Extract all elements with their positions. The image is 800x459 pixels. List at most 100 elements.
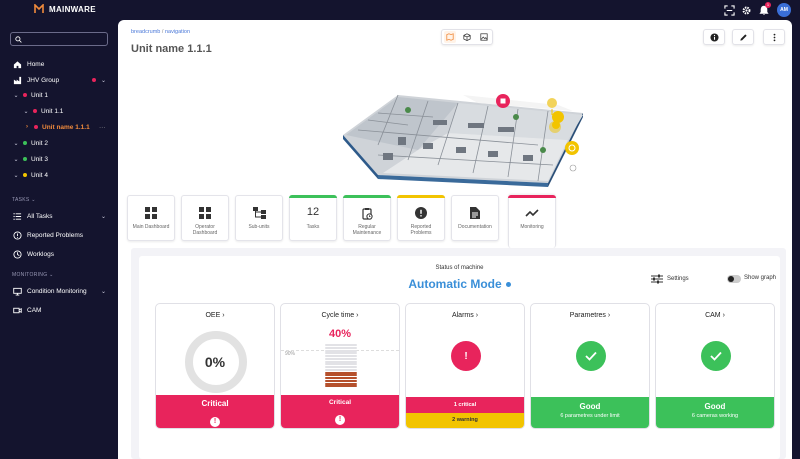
tile-tasks[interactable]: 12 Tasks	[289, 195, 337, 241]
tile-label: Documentation	[458, 224, 492, 230]
cycle-bar-segment	[325, 366, 357, 368]
card-parametres[interactable]: Parametres › Good 6 parametres under lim…	[530, 303, 650, 429]
show-graph-toggle[interactable]	[727, 275, 741, 283]
tree-item-unit-2[interactable]: ⌄ Unit 2	[0, 136, 118, 150]
tile-label: Operator Dashboard	[192, 224, 218, 236]
card-title: Parametres ›	[569, 312, 611, 319]
factory-icon	[12, 75, 22, 85]
tile-status-bar	[508, 195, 556, 198]
search-input[interactable]	[25, 36, 105, 42]
sidebar-item-label: JHV Group	[27, 76, 60, 84]
tile-operator-dashboard[interactable]: Operator Dashboard	[181, 195, 229, 241]
tile-sub-units[interactable]: Sub-units	[235, 195, 283, 241]
toggle-knob	[728, 276, 734, 282]
search-box[interactable]	[10, 32, 108, 46]
breadcrumb-link[interactable]: navigation	[165, 29, 190, 35]
status-dot	[23, 93, 27, 97]
card-alarms[interactable]: Alarms › ! 1 critical 2 warning	[405, 303, 525, 429]
tree-item-unit-3[interactable]: ⌄ Unit 3	[0, 152, 118, 166]
status-dot	[505, 282, 511, 288]
sidebar-item-home[interactable]: Home	[0, 57, 118, 71]
footer-detail: 6 parametres under limit	[560, 413, 620, 419]
edit-button[interactable]	[732, 29, 754, 45]
cycle-bar-segment	[325, 360, 357, 363]
chevron-down-icon[interactable]: ⌄	[23, 108, 29, 115]
trend-icon	[525, 206, 539, 220]
settings-label: Settings	[667, 276, 689, 282]
cube-view-icon[interactable]	[461, 31, 473, 43]
top-bar: MAINWARE 1 AM	[0, 0, 800, 20]
tree-item-label: Unit 1.1	[41, 107, 64, 115]
tile-documentation[interactable]: Documentation	[451, 195, 499, 241]
image-view-icon[interactable]	[478, 31, 490, 43]
card-title: CAM ›	[705, 312, 725, 319]
tile-label: Monitoring	[520, 224, 544, 230]
sidebar: Home JHV Group ⌄ ⌄ Unit 1 ⌄ Unit 1.1 › U…	[0, 20, 118, 459]
sidebar-item-condition-monitoring[interactable]: Condition Monitoring ⌄	[0, 284, 118, 298]
card-title: Cycle time ›	[321, 312, 359, 319]
floorplan-3d-view[interactable]	[338, 65, 583, 190]
sidebar-item-label: Worklogs	[27, 250, 54, 258]
status-dot	[33, 109, 37, 113]
chevron-right-icon[interactable]: ›	[24, 124, 30, 130]
map-view-icon[interactable]	[444, 31, 457, 43]
card-cycle-time[interactable]: Cycle time › 40% 90% Critical !	[280, 303, 400, 429]
sidebar-item-cam[interactable]: CAM	[0, 303, 118, 317]
status-dot	[34, 125, 38, 129]
sidebar-item-all-tasks[interactable]: All Tasks ⌄	[0, 209, 118, 223]
sidebar-item-jhv-group[interactable]: JHV Group ⌄	[0, 73, 118, 87]
more-icon[interactable]: ···	[99, 124, 106, 131]
tree-item-unit-4[interactable]: ⌄ Unit 4	[0, 168, 118, 182]
card-footer-good: Good 6 cameras working	[656, 397, 774, 428]
settings-button[interactable]: Settings	[651, 274, 689, 284]
gear-icon[interactable]	[740, 4, 752, 16]
tile-monitoring[interactable]: Monitoring	[508, 195, 556, 248]
tile-reported-problems[interactable]: Reported Problems	[397, 195, 445, 241]
card-footer-good: Good 6 parametres under limit	[531, 397, 649, 428]
cycle-bar-segment	[325, 371, 357, 374]
notification-badge: 1	[765, 2, 771, 8]
chevron-down-icon[interactable]: ⌄	[13, 92, 19, 99]
footer-status: Critical	[201, 399, 229, 408]
page-title: Unit name 1.1.1	[131, 43, 212, 55]
monitoring-panel: Status of machine Automatic Mode Setting…	[131, 248, 786, 459]
map-pin-clock[interactable]	[565, 141, 579, 155]
tree-item-label: Unit 4	[31, 171, 48, 179]
breadcrumb-link[interactable]: breadcrumb	[131, 29, 160, 35]
camera-icon	[12, 305, 22, 315]
brand-name: MAINWARE	[49, 4, 96, 14]
chevron-right-icon: ›	[222, 312, 225, 319]
cycle-bar-segment	[325, 382, 357, 385]
chevron-down-icon[interactable]: ⌄	[101, 77, 106, 84]
map-pin-yellow[interactable]	[547, 98, 557, 108]
brand-logo[interactable]: MAINWARE	[34, 4, 96, 14]
more-vertical-icon	[773, 33, 775, 41]
breadcrumb: breadcrumb / navigation	[131, 29, 190, 35]
chevron-down-icon[interactable]: ⌄	[13, 140, 19, 147]
bell-icon[interactable]: 1	[758, 2, 771, 16]
info-button[interactable]	[703, 29, 725, 45]
more-menu-button[interactable]	[763, 29, 785, 45]
avatar[interactable]: AM	[777, 3, 791, 17]
card-oee[interactable]: OEE › 0% Critical !	[155, 303, 275, 429]
chevron-down-icon[interactable]: ⌄	[13, 156, 19, 163]
sidebar-item-worklogs[interactable]: Worklogs	[0, 247, 118, 261]
chevron-right-icon: ›	[607, 312, 611, 319]
chevron-down-icon[interactable]: ⌄	[101, 213, 106, 220]
tile-main-dashboard[interactable]: Main Dashboard	[127, 195, 175, 241]
tree-item-unit-name-1-1-1[interactable]: › Unit name 1.1.1 ···	[0, 120, 118, 134]
home-icon	[12, 59, 22, 69]
alarm-warning-count: 2 warning	[406, 413, 524, 428]
chevron-down-icon[interactable]: ⌄	[13, 172, 19, 179]
tasks-count: 12	[306, 206, 320, 218]
tree-item-unit-1[interactable]: ⌄ Unit 1	[0, 88, 118, 102]
sidebar-item-reported-problems[interactable]: Reported Problems	[0, 228, 118, 242]
monitoring-content: Status of machine Automatic Mode Setting…	[139, 256, 780, 459]
oee-value: 0%	[204, 354, 226, 370]
chevron-down-icon[interactable]: ⌄	[101, 288, 106, 295]
tree-item-unit-1-1[interactable]: ⌄ Unit 1.1	[0, 104, 118, 118]
tile-regular-maintenance[interactable]: Regular Maintenance	[343, 195, 391, 241]
card-cam[interactable]: CAM › Good 6 cameras working	[655, 303, 775, 429]
status-label: Status of machine	[435, 265, 484, 271]
scan-icon[interactable]	[723, 4, 735, 16]
